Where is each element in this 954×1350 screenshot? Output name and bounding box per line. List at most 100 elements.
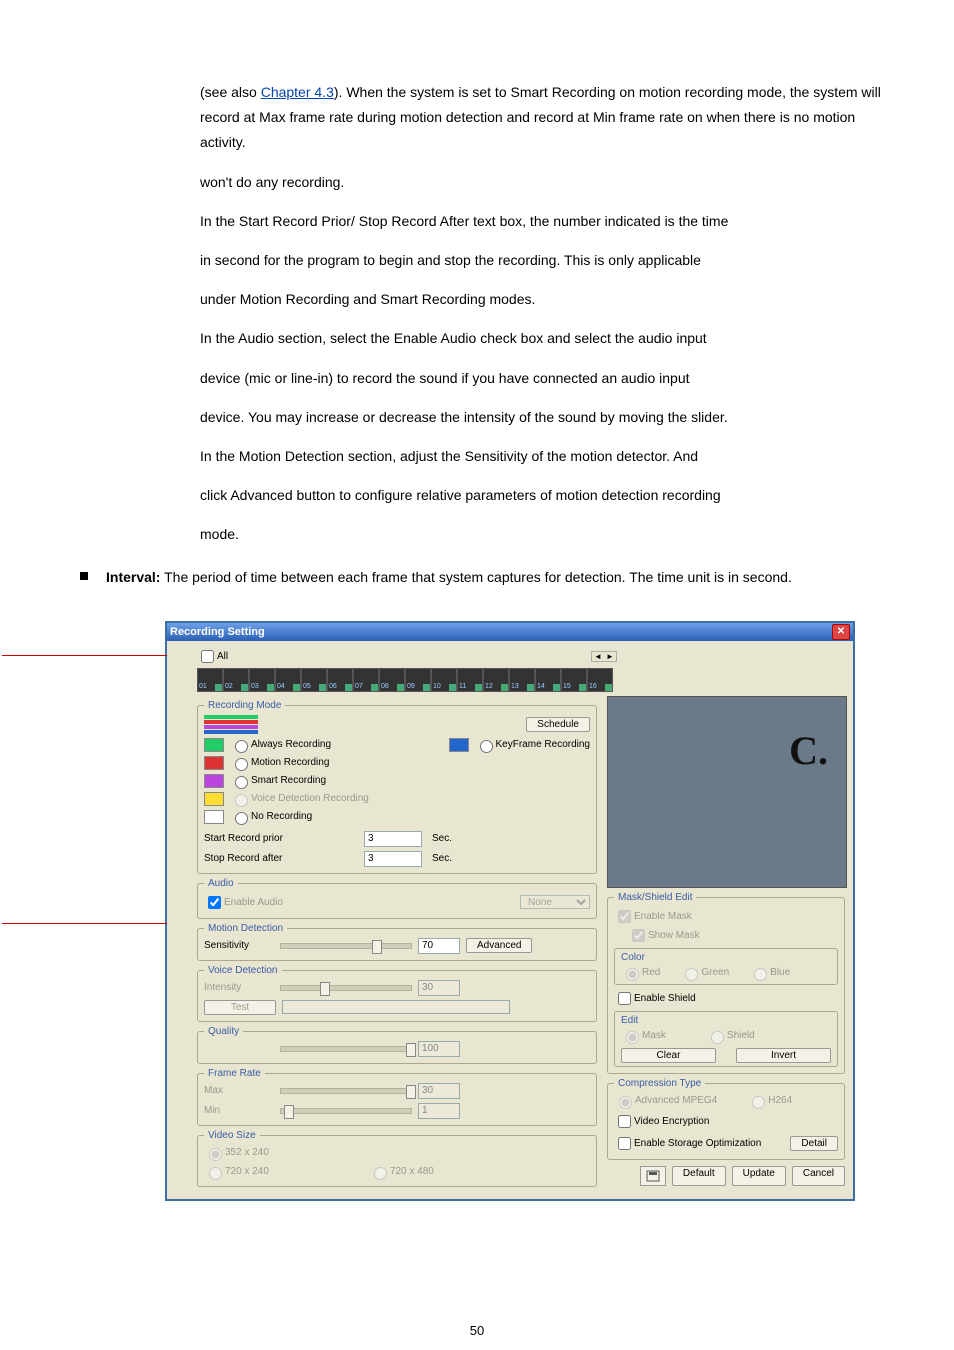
max-slider — [280, 1088, 412, 1094]
compression-group: Compression Type Advanced MPEG4 H264 Vid… — [607, 1078, 845, 1160]
vsize-720x240: 720 x 240 — [204, 1164, 269, 1180]
camera-thumb[interactable]: 12 — [483, 668, 509, 692]
intensity-label: Intensity — [204, 982, 274, 993]
body-l8: mode. — [200, 522, 894, 547]
update-button[interactable]: Update — [732, 1166, 786, 1186]
next-icon[interactable]: ► — [604, 652, 616, 661]
camera-thumb[interactable]: 10 — [431, 668, 457, 692]
bullet-square-icon — [80, 572, 88, 580]
camera-thumb[interactable]: 05 — [301, 668, 327, 692]
camera-thumb[interactable]: 04 — [275, 668, 301, 692]
all-label: All — [217, 651, 228, 662]
invert-button[interactable]: Invert — [736, 1048, 831, 1063]
all-checkbox[interactable]: All — [197, 647, 228, 666]
voice-recording-radio: Voice Detection Recording — [230, 791, 369, 807]
compression-title: Compression Type — [614, 1078, 705, 1089]
intro-prefix: (see also — [200, 84, 261, 100]
storage-opt-checkbox[interactable]: Enable Storage Optimization — [614, 1134, 761, 1153]
keyframe-recording-radio[interactable]: KeyFrame Recording — [475, 737, 590, 753]
camera-thumb[interactable]: 02 — [223, 668, 249, 692]
camera-thumb[interactable]: 11 — [457, 668, 483, 692]
sensitivity-slider[interactable] — [280, 943, 412, 949]
body-l0: In the Start Record Prior/ Stop Record A… — [200, 209, 894, 234]
body-l2: under Motion Recording and Smart Recordi… — [200, 287, 894, 312]
audio-device-select: None — [520, 895, 590, 909]
page-number: 50 — [0, 1323, 954, 1338]
cam-pager[interactable]: ◄► — [591, 651, 617, 662]
camera-thumb[interactable]: 08 — [379, 668, 405, 692]
color-blue: Blue — [749, 965, 790, 981]
color-label: Color — [621, 952, 645, 963]
motion-label: Motion Recording — [251, 757, 329, 768]
start-prior-input[interactable] — [364, 831, 422, 847]
camera-thumb[interactable]: 07 — [353, 668, 379, 692]
test-button: Test — [204, 1000, 276, 1015]
smart-recording-radio[interactable]: Smart Recording — [230, 773, 326, 789]
bullet-text: Interval: The period of time between eac… — [106, 565, 792, 590]
mask-title: Mask/Shield Edit — [614, 892, 696, 903]
camera-thumb[interactable]: 13 — [509, 668, 535, 692]
max-input — [418, 1083, 460, 1099]
sec-label2: Sec. — [432, 853, 452, 864]
video-encryption-checkbox[interactable]: Video Encryption — [614, 1112, 709, 1131]
smart-swatch-icon — [204, 774, 224, 788]
camera-thumb[interactable]: 03 — [249, 668, 275, 692]
keyframe-swatch-icon — [449, 738, 469, 752]
camera-thumb[interactable]: 16 — [587, 668, 613, 692]
always-recording-radio[interactable]: Always Recording — [230, 737, 331, 753]
camera-thumb[interactable]: 15 — [561, 668, 587, 692]
recording-bars-icon — [204, 715, 258, 735]
recording-mode-title: Recording Mode — [204, 700, 285, 711]
enable-mask-checkbox: Enable Mask — [614, 907, 692, 926]
frame-rate-group: Frame Rate Max Min — [197, 1068, 597, 1126]
camera-thumb[interactable]: 01 — [197, 668, 223, 692]
vsize-720x480: 720 x 480 — [369, 1164, 434, 1180]
enable-shield-checkbox[interactable]: Enable Shield — [614, 989, 696, 1008]
comp-mpeg4: Advanced MPEG4 — [614, 1093, 717, 1109]
cancel-button[interactable]: Cancel — [792, 1166, 845, 1186]
min-input — [418, 1103, 460, 1119]
no-recording-radio[interactable]: No Recording — [230, 809, 312, 825]
detail-button[interactable]: Detail — [790, 1136, 838, 1151]
stop-after-input[interactable] — [364, 851, 422, 867]
keyframe-label: KeyFrame Recording — [496, 739, 590, 750]
video-size-group: Video Size 352 x 240 720 x 240 720 x 480 — [197, 1130, 597, 1187]
quality-title: Quality — [204, 1026, 243, 1037]
clear-button[interactable]: Clear — [621, 1048, 716, 1063]
enable-audio-checkbox[interactable]: Enable Audio — [204, 893, 283, 912]
save-icon-button[interactable] — [640, 1166, 666, 1186]
camera-thumb[interactable]: 14 — [535, 668, 561, 692]
schedule-button[interactable]: Schedule — [526, 717, 590, 732]
close-icon[interactable]: ✕ — [832, 624, 850, 640]
bullet-rest: The period of time between each frame th… — [160, 569, 791, 585]
intro-para: (see also Chapter 4.3). When the system … — [200, 80, 894, 156]
quality-value — [418, 1041, 460, 1057]
floppy-icon — [646, 1170, 660, 1182]
camera-list: 01020304050607080910111213141516 — [197, 668, 845, 692]
chapter-link[interactable]: Chapter 4.3 — [261, 84, 334, 100]
motion-detection-group: Motion Detection Sensitivity Advanced — [197, 923, 597, 961]
camera-thumb[interactable]: 09 — [405, 668, 431, 692]
edit-label: Edit — [621, 1015, 638, 1026]
mask-shield-group: Mask/Shield Edit Enable Mask Show Mask C… — [607, 892, 845, 1074]
color-red: Red — [621, 965, 660, 981]
advanced-button[interactable]: Advanced — [466, 938, 532, 953]
camera-thumb[interactable]: 06 — [327, 668, 353, 692]
voice-detection-group: Voice Detection Intensity Test — [197, 965, 597, 1022]
always-label: Always Recording — [251, 739, 331, 750]
quality-slider[interactable] — [280, 1046, 412, 1052]
motion-recording-radio[interactable]: Motion Recording — [230, 755, 329, 771]
edit-shield: Shield — [706, 1028, 755, 1044]
motion-title: Motion Detection — [204, 923, 287, 934]
video-size-title: Video Size — [204, 1130, 260, 1141]
show-mask-checkbox: Show Mask — [628, 926, 700, 945]
default-button[interactable]: Default — [672, 1166, 726, 1186]
sensitivity-input[interactable] — [418, 938, 460, 954]
max-label: Max — [204, 1085, 274, 1096]
window-title: Recording Setting — [170, 626, 265, 638]
window-titlebar[interactable]: Recording Setting ✕ — [167, 623, 853, 641]
stop-after-label: Stop Record after — [204, 853, 364, 864]
test-meter — [282, 1000, 510, 1014]
sensitivity-label: Sensitivity — [204, 940, 274, 951]
prev-icon[interactable]: ◄ — [592, 652, 604, 661]
